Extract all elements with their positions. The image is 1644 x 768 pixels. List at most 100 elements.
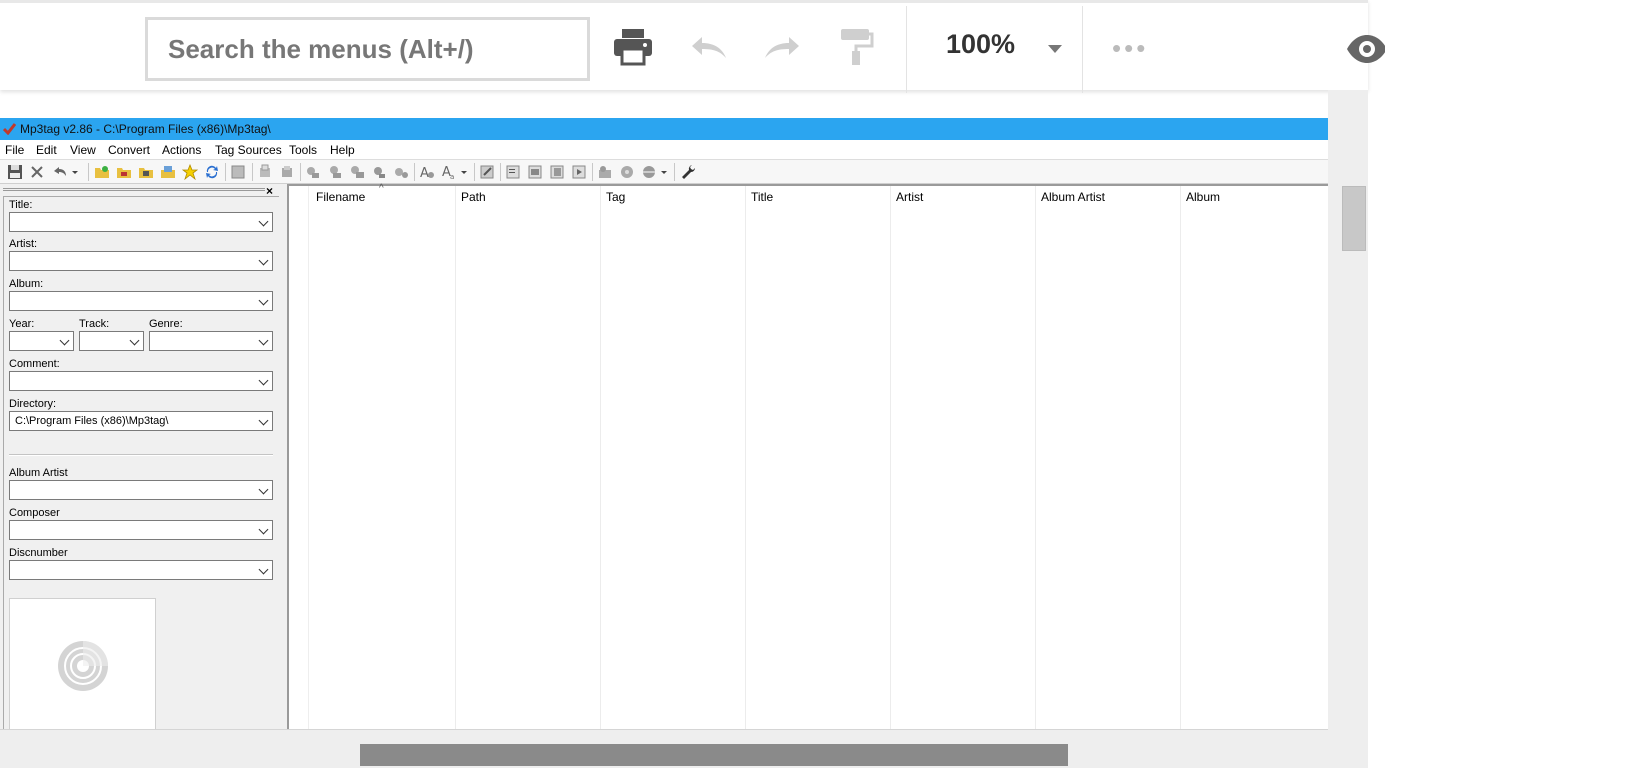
zoom-value[interactable]: 100% xyxy=(946,29,1015,60)
menu-tag-sources[interactable]: Tag Sources xyxy=(215,140,282,160)
year-combo[interactable] xyxy=(9,331,74,351)
genre-combo[interactable] xyxy=(149,331,273,351)
artist-combo[interactable] xyxy=(9,251,273,271)
chevron-down-icon xyxy=(258,484,269,495)
title-combo[interactable] xyxy=(9,212,273,232)
album-artist-combo[interactable] xyxy=(9,480,273,500)
paint-format-icon[interactable] xyxy=(832,25,880,69)
album-label: Album: xyxy=(9,278,44,290)
column-divider[interactable] xyxy=(455,186,456,729)
toolbar-separator xyxy=(414,163,415,181)
album-artist-label: Album Artist xyxy=(9,467,68,479)
directory-combo[interactable]: C:\Program Files (x86)\Mp3tag\ xyxy=(9,411,273,431)
menu-file[interactable]: File xyxy=(5,140,24,160)
menu-edit[interactable]: Edit xyxy=(36,140,57,160)
filename-tag-icon[interactable] xyxy=(327,164,343,180)
favorite-directory-icon[interactable] xyxy=(138,164,154,180)
chevron-down-icon xyxy=(258,564,269,575)
actions-dropdown-icon[interactable] xyxy=(459,164,469,180)
extended-tags-icon[interactable] xyxy=(479,164,495,180)
play-icon[interactable] xyxy=(571,164,587,180)
web-source-icon[interactable] xyxy=(597,164,613,180)
column-header-album[interactable]: Album xyxy=(1186,190,1220,204)
chevron-down-icon xyxy=(258,375,269,386)
horizontal-scroll-thumb[interactable] xyxy=(360,744,1068,766)
change-directory-icon[interactable] xyxy=(94,164,110,180)
select-all-icon[interactable] xyxy=(230,164,246,180)
open-playlist-icon[interactable] xyxy=(160,164,176,180)
column-divider[interactable] xyxy=(1180,186,1181,729)
zoom-dropdown-icon[interactable] xyxy=(1048,45,1062,53)
svg-text:a: a xyxy=(450,173,454,180)
menu-help[interactable]: Help xyxy=(330,140,355,160)
year-label: Year: xyxy=(9,318,35,330)
comment-combo[interactable] xyxy=(9,371,273,391)
print-icon[interactable] xyxy=(609,25,657,69)
discnumber-combo[interactable] xyxy=(9,560,273,580)
column-divider[interactable] xyxy=(745,186,746,729)
tag-tag-icon[interactable] xyxy=(371,164,387,180)
add-directory-icon[interactable] xyxy=(116,164,132,180)
actions-icon[interactable]: A xyxy=(419,164,435,180)
file-list[interactable]: ^ Filename Path Tag Title Artist Album A… xyxy=(287,183,1328,729)
refresh-icon[interactable] xyxy=(204,164,220,180)
menu-view[interactable]: View xyxy=(70,140,96,160)
paste-tag-icon[interactable] xyxy=(279,164,295,180)
column-header-path[interactable]: Path xyxy=(461,190,486,204)
column-header-album-artist[interactable]: Album Artist xyxy=(1041,190,1105,204)
playlist-icon[interactable] xyxy=(527,164,543,180)
artist-label: Artist: xyxy=(9,238,38,250)
export-icon[interactable] xyxy=(505,164,521,180)
cover-art-box[interactable] xyxy=(9,598,156,729)
toolbar-divider xyxy=(906,6,907,93)
column-header-artist[interactable]: Artist xyxy=(896,190,923,204)
column-header-tag[interactable]: Tag xyxy=(606,190,625,204)
undo-dropdown-icon[interactable] xyxy=(70,164,80,180)
discogs-icon[interactable] xyxy=(641,164,657,180)
menu-search-box[interactable] xyxy=(145,17,590,81)
menu-bar: File Edit View Convert Actions Tag Sourc… xyxy=(0,140,1328,160)
menu-tools[interactable]: Tools xyxy=(289,140,317,160)
discnumber-label: Discnumber xyxy=(9,547,68,559)
save-icon[interactable] xyxy=(7,164,23,180)
playlist-selected-icon[interactable] xyxy=(549,164,565,180)
composer-combo[interactable] xyxy=(9,520,273,540)
track-combo[interactable] xyxy=(79,331,144,351)
autonumbering-icon[interactable] xyxy=(393,164,409,180)
quick-actions-icon[interactable]: Aa xyxy=(441,164,457,180)
undo-icon[interactable] xyxy=(684,25,732,69)
remove-tag-icon[interactable] xyxy=(29,164,45,180)
text-file-tag-icon[interactable] xyxy=(349,164,365,180)
tag-panel: × Title: Artist: Album: Year: Track: Gen… xyxy=(0,184,282,729)
copy-tag-icon[interactable] xyxy=(257,164,273,180)
column-header-title[interactable]: Title xyxy=(751,190,773,204)
menu-convert[interactable]: Convert xyxy=(108,140,150,160)
redo-icon[interactable] xyxy=(759,25,807,69)
options-wrench-icon[interactable] xyxy=(680,164,696,180)
album-combo[interactable] xyxy=(9,291,273,311)
tag-filename-icon[interactable] xyxy=(305,164,321,180)
more-options-icon[interactable]: ••• xyxy=(1112,33,1148,64)
chevron-down-icon xyxy=(258,295,269,306)
star-icon[interactable] xyxy=(182,164,198,180)
menu-actions[interactable]: Actions xyxy=(162,140,201,160)
column-divider[interactable] xyxy=(600,186,601,729)
eye-icon[interactable] xyxy=(1345,29,1387,69)
chevron-down-icon xyxy=(258,216,269,227)
tag-sources-dropdown-icon[interactable] xyxy=(659,164,669,180)
track-label: Track: xyxy=(79,318,110,330)
column-header-filename[interactable]: Filename xyxy=(316,190,365,204)
panel-grip[interactable] xyxy=(3,188,265,191)
column-divider[interactable] xyxy=(890,186,891,729)
menu-search-input[interactable] xyxy=(148,20,587,78)
chevron-down-icon xyxy=(258,335,269,346)
toolbar-separator xyxy=(300,163,301,181)
sort-indicator-icon: ^ xyxy=(379,183,384,194)
column-divider[interactable] xyxy=(1035,186,1036,729)
freedb-icon[interactable] xyxy=(619,164,635,180)
toolbar-divider xyxy=(1082,6,1083,93)
toolbar-separator xyxy=(592,163,593,181)
vertical-scroll-thumb[interactable] xyxy=(1342,186,1366,251)
screen: 100% ••• Mp3tag v2.86 - C:\Program Files… xyxy=(0,0,1644,768)
undo-icon[interactable] xyxy=(52,164,68,180)
